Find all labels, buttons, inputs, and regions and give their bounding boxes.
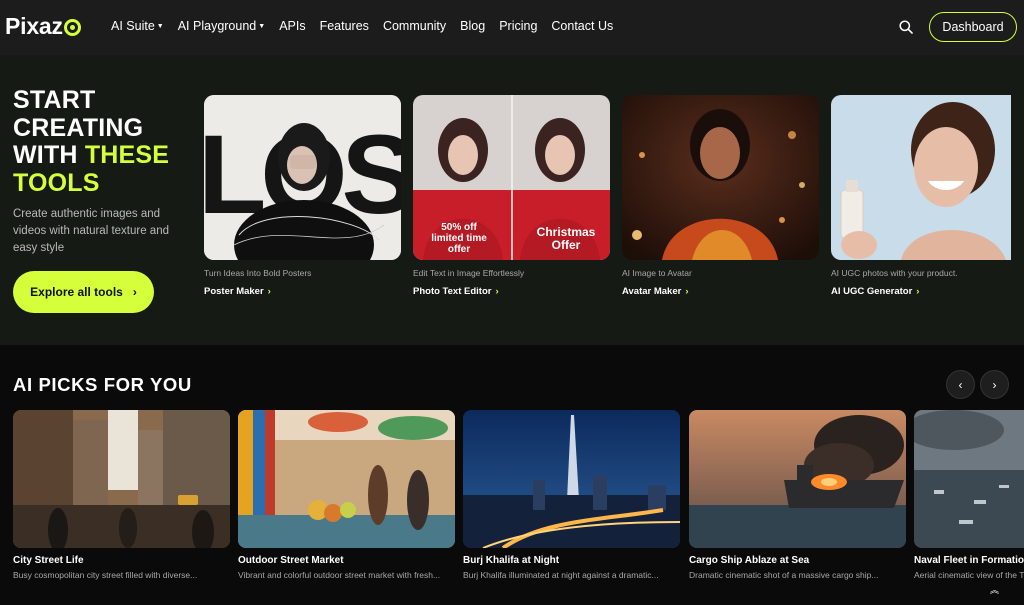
ai-ugc-generator-link[interactable]: AI UGC Generator › bbox=[831, 286, 1011, 297]
explore-all-tools-button[interactable]: Explore all tools › bbox=[13, 271, 154, 313]
scroll-to-top-icon[interactable]: ︽ bbox=[990, 583, 999, 596]
logo-o-icon bbox=[63, 19, 81, 36]
tool-card-photo-text-editor[interactable]: 50% off limited time offer Christmas Off… bbox=[413, 95, 610, 297]
pick-card-cargo-ship-ablaze[interactable]: Cargo Ship Ablaze at Sea Dramatic cinema… bbox=[689, 410, 906, 580]
pick-description: Busy cosmopolitan city street filled wit… bbox=[13, 570, 198, 580]
tool-card-avatar-maker[interactable]: AI Image to Avatar Avatar Maker › bbox=[622, 95, 819, 297]
poster-maker-link[interactable]: Poster Maker › bbox=[204, 286, 401, 297]
pick-card-city-street-life[interactable]: City Street Life Busy cosmopolitan city … bbox=[13, 410, 230, 580]
nav-item-ai-suite[interactable]: AI Suite ▼ bbox=[111, 19, 164, 33]
street-market-image bbox=[238, 410, 455, 548]
burj-khalifa-image bbox=[463, 410, 680, 548]
photo-text-editor-image: 50% off limited time offer Christmas Off… bbox=[413, 95, 610, 260]
city-street-image bbox=[13, 410, 230, 548]
nav-item-pricing[interactable]: Pricing bbox=[499, 19, 537, 33]
naval-fleet-image bbox=[914, 410, 1024, 548]
ai-picks-heading: AI PICKS FOR YOU bbox=[13, 374, 192, 395]
nav-links: AI Suite ▼ AI Playground ▼ APIs Features C… bbox=[111, 19, 627, 33]
chevron-down-icon: ▼ bbox=[156, 22, 164, 30]
avatar-maker-image bbox=[622, 95, 819, 260]
hero-title: START CREATING WITH THESE TOOLS bbox=[13, 86, 170, 197]
overlay-text-left: 50% off limited time offer bbox=[431, 222, 487, 255]
cargo-ship-illustration bbox=[689, 410, 906, 548]
overlay-text-right: Christmas Offer bbox=[536, 225, 596, 252]
carousel-next-button[interactable]: › bbox=[980, 370, 1009, 399]
street-market-illustration bbox=[238, 410, 455, 548]
nav-item-apis[interactable]: APIs bbox=[279, 19, 305, 33]
cargo-ship-image bbox=[689, 410, 906, 548]
search-icon[interactable] bbox=[898, 19, 914, 35]
city-street-illustration bbox=[13, 410, 230, 548]
photo-text-editor-link[interactable]: Photo Text Editor › bbox=[413, 286, 610, 297]
tool-subtitle: AI UGC photos with your product. bbox=[831, 268, 958, 278]
pick-title: Outdoor Street Market bbox=[238, 555, 344, 566]
chevron-right-icon: › bbox=[132, 285, 137, 299]
tool-card-ai-ugc-generator[interactable]: AI UGC photos with your product. AI UGC … bbox=[831, 95, 1011, 297]
pick-title: City Street Life bbox=[13, 555, 84, 566]
naval-fleet-illustration bbox=[914, 410, 1024, 548]
chevron-right-icon: › bbox=[495, 286, 499, 297]
nav-item-contact-us[interactable]: Contact Us bbox=[551, 19, 613, 33]
tool-card-poster-maker[interactable]: LOSE Turn Ideas Into Bold Posters Poster… bbox=[204, 95, 401, 297]
chevron-right-icon: › bbox=[916, 286, 920, 297]
avatar-illustration bbox=[622, 95, 819, 260]
tool-subtitle: Turn Ideas Into Bold Posters bbox=[204, 268, 312, 278]
nav-item-features[interactable]: Features bbox=[320, 19, 369, 33]
logo-text: Pixaz bbox=[5, 13, 63, 39]
pick-card-outdoor-street-market[interactable]: Outdoor Street Market Vibrant and colorf… bbox=[238, 410, 455, 580]
tool-subtitle: AI Image to Avatar bbox=[622, 268, 692, 278]
chevron-down-icon: ▼ bbox=[258, 22, 266, 30]
ai-ugc-image bbox=[831, 95, 1011, 260]
poster-illustration: LOSE bbox=[204, 95, 401, 260]
pick-description: Vibrant and colorful outdoor street mark… bbox=[238, 570, 441, 580]
dashboard-button[interactable]: Dashboard bbox=[929, 12, 1017, 42]
carousel-prev-button[interactable]: ‹ bbox=[946, 370, 975, 399]
chevron-right-icon: › bbox=[267, 286, 271, 297]
tool-subtitle: Edit Text in Image Effortlessly bbox=[413, 268, 525, 278]
chevron-right-icon: › bbox=[685, 286, 689, 297]
ugc-illustration bbox=[831, 95, 1011, 260]
hero-description: Create authentic images and videos with … bbox=[13, 208, 169, 254]
burj-khalifa-illustration bbox=[463, 410, 680, 548]
pick-description: Dramatic cinematic shot of a massive car… bbox=[689, 570, 879, 580]
avatar-maker-link[interactable]: Avatar Maker › bbox=[622, 286, 819, 297]
pick-title: Naval Fleet in Formatio bbox=[914, 555, 1024, 566]
pick-description: Burj Khalifa illuminated at night agains… bbox=[463, 570, 659, 580]
nav-item-blog[interactable]: Blog bbox=[460, 19, 485, 33]
hero-section: START CREATING WITH THESE TOOLS Create a… bbox=[0, 55, 1024, 345]
pick-title: Burj Khalifa at Night bbox=[463, 555, 560, 566]
top-nav: Pixaz AI Suite ▼ AI Playground ▼ APIs Feat… bbox=[0, 0, 1024, 55]
pick-title: Cargo Ship Ablaze at Sea bbox=[689, 555, 810, 566]
pick-card-burj-khalifa-at-night[interactable]: Burj Khalifa at Night Burj Khalifa illum… bbox=[463, 410, 680, 580]
pick-description: Aerial cinematic view of the T bbox=[914, 570, 1024, 580]
nav-item-ai-playground[interactable]: AI Playground ▼ bbox=[178, 19, 265, 33]
pick-card-naval-fleet[interactable]: Naval Fleet in Formatio Aerial cinematic… bbox=[914, 410, 1024, 580]
pixazo-logo[interactable]: Pixaz bbox=[5, 13, 81, 40]
poster-maker-image: LOSE bbox=[204, 95, 401, 260]
nav-item-community[interactable]: Community bbox=[383, 19, 446, 33]
